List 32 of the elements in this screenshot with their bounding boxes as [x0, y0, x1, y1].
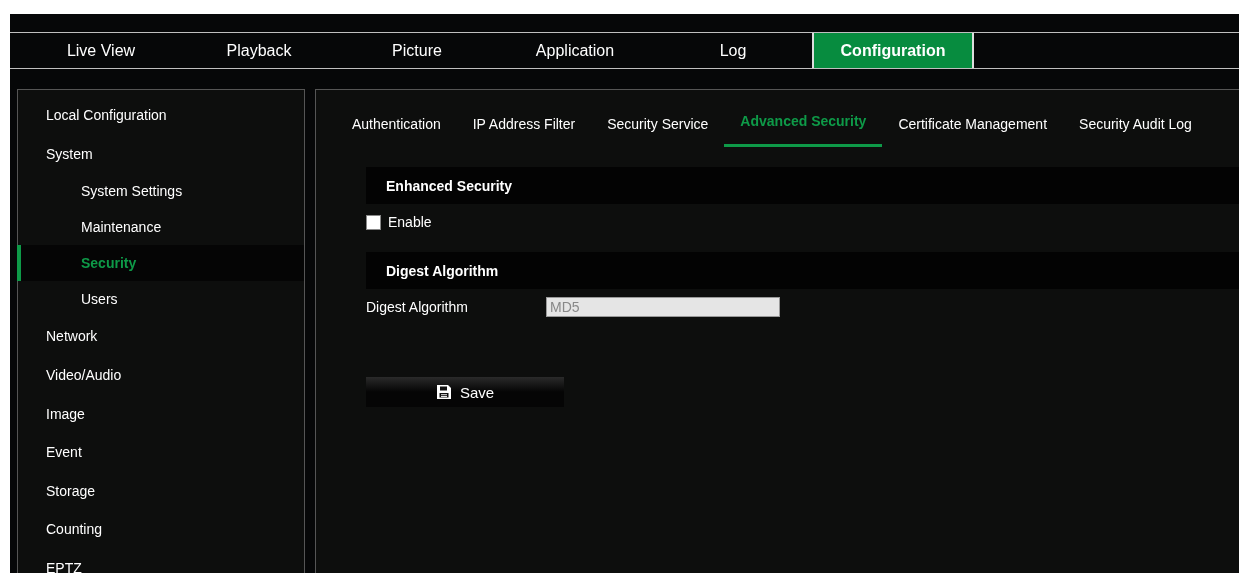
checkbox-label: Enable: [388, 214, 432, 230]
sidebar-item[interactable]: System: [17, 134, 304, 174]
sidebar-item[interactable]: EPTZ: [17, 548, 304, 573]
section-header: Enhanced Security: [366, 167, 1239, 204]
sidebar-item[interactable]: Maintenance: [17, 209, 304, 246]
sidebar-item[interactable]: Local Configuration: [17, 96, 304, 135]
save-icon: [435, 384, 452, 400]
field-label: Digest Algorithm: [366, 299, 469, 315]
nav-tab[interactable]: Playback: [180, 33, 338, 68]
sidebar-item[interactable]: Security: [17, 245, 304, 282]
sidebar-item[interactable]: Image: [17, 394, 304, 433]
section-header: Digest Algorithm: [366, 252, 1239, 289]
sidebar-item[interactable]: Storage: [17, 471, 304, 511]
nav-tab[interactable]: Log: [654, 33, 812, 68]
sidebar-item[interactable]: Users: [17, 281, 304, 318]
nav-tab[interactable]: Live View: [22, 33, 180, 68]
sub-tab[interactable]: Authentication: [336, 106, 457, 147]
sidebar-item[interactable]: Counting: [17, 510, 304, 549]
sub-tab[interactable]: Security Service: [591, 106, 725, 147]
nav-tab[interactable]: Configuration: [812, 33, 974, 68]
sub-tab[interactable]: Security Audit Log: [1063, 106, 1208, 147]
sub-tab[interactable]: Certificate Management: [882, 106, 1064, 147]
nav-tab[interactable]: Picture: [338, 33, 496, 68]
sub-tab[interactable]: Advanced Security: [724, 103, 883, 147]
checkbox[interactable]: [366, 214, 381, 230]
sub-tab[interactable]: IP Address Filter: [456, 106, 592, 147]
sidebar-item[interactable]: Network: [17, 317, 304, 356]
sidebar-item[interactable]: Video/Audio: [17, 355, 304, 395]
sidebar-item[interactable]: Event: [17, 432, 304, 472]
nav-tab[interactable]: Application: [496, 33, 654, 68]
sidebar-item[interactable]: System Settings: [17, 173, 304, 210]
save-button[interactable]: Save: [366, 377, 564, 407]
